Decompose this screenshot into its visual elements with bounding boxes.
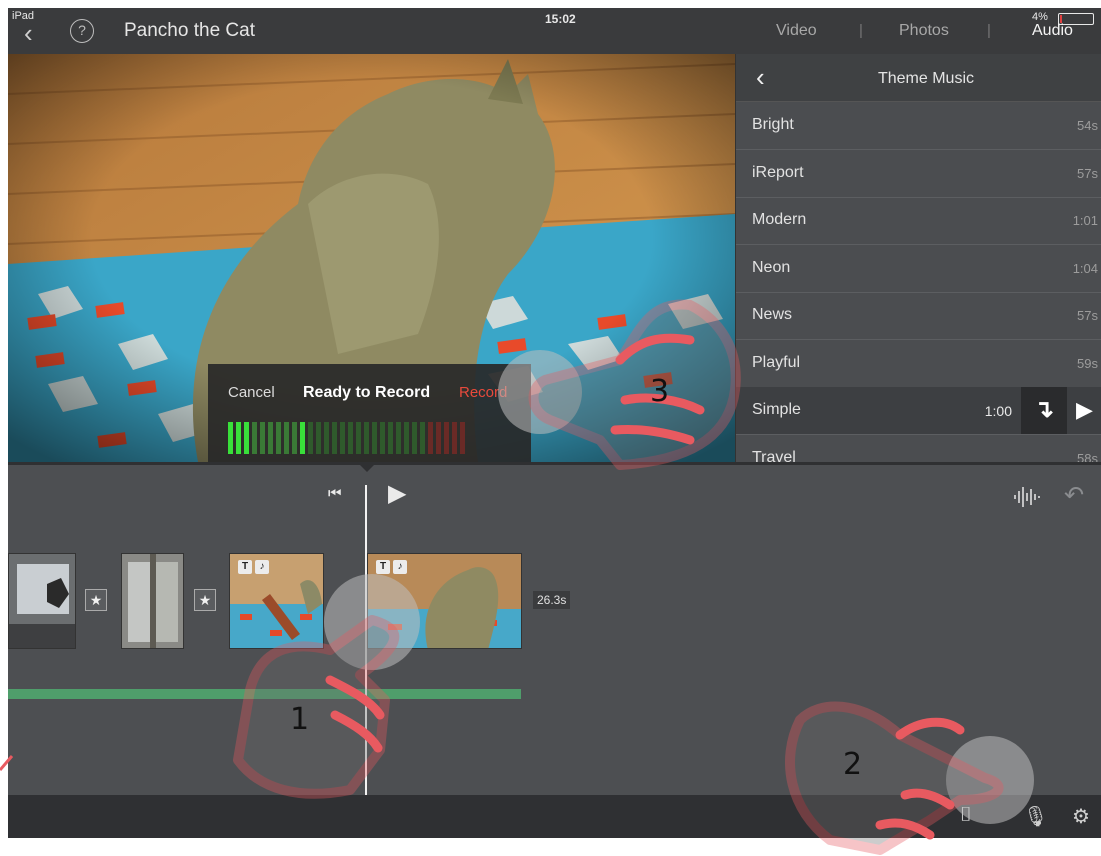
song-row[interactable]: News 57s [736,292,1101,340]
song-duration: 1:01 [1072,213,1098,228]
voiceover-recorder: Cancel Ready to Record Record [208,364,531,462]
help-button[interactable]: ? [70,19,94,43]
project-title: Pancho the Cat [124,20,255,41]
imovie-screen: iPad 15:02 4% ‹ ? Pancho the Cat Video |… [8,8,1101,838]
panel-title: Theme Music [877,70,975,87]
level-segment [452,422,457,454]
background-music-track[interactable] [8,689,521,699]
level-segment [324,422,329,454]
level-segment [276,422,281,454]
song-duration: 54s [1077,118,1098,133]
level-segment [244,422,249,454]
tab-separator: | [987,22,991,39]
level-segment [236,422,241,454]
song-row[interactable]: Modern 1:01 [736,197,1101,245]
song-duration: 1:00 [984,403,1012,419]
top-bar: iPad 15:02 4% ‹ ? Pancho the Cat Video |… [8,8,1101,54]
song-name: Neon [752,258,791,276]
microphone-icon[interactable]: 🎙 [1023,804,1048,829]
level-segment [268,422,273,454]
level-segment [284,422,289,454]
song-row[interactable]: Travel 58s [736,435,1101,463]
song-duration: 57s [1077,165,1098,181]
play-button[interactable]: ▶ [388,479,406,508]
video-clip[interactable]: T ♪ [229,553,324,649]
song-name: News [752,306,793,323]
video-clip[interactable] [8,553,76,649]
song-row[interactable]: iReport 57s [736,150,1101,198]
song-row-selected[interactable]: Simple 1:00 ↴ ▶ [736,387,1101,435]
status-clock: 15:02 [545,12,576,26]
song-duration: 57s [1077,308,1098,323]
waveform-icon[interactable] [1012,485,1042,509]
level-segment [412,422,417,454]
song-name: Modern [752,211,807,228]
level-segment [228,422,233,454]
back-chevron-icon[interactable]: ‹ [24,20,33,46]
song-name: Bright [752,116,794,133]
level-segment [340,422,345,454]
cancel-button[interactable]: Cancel [228,384,275,401]
playhead[interactable] [365,485,367,798]
video-clip-selected[interactable]: T ♪ [367,553,522,649]
level-segment [308,422,313,454]
tab-video[interactable]: Video [776,22,817,40]
preview-song-play-button[interactable]: ▶ [1067,387,1101,434]
timeline[interactable]: ⏮ ▶ ↶ ★ ★ T ♪ T ♪ 26.3s [8,462,1101,798]
title-badge: T [376,560,390,574]
bottom-toolbar: ⌷ 🎙 ⚙ [8,795,1101,838]
settings-icon[interactable]: ⚙ [1072,804,1090,829]
camera-icon[interactable]: ⌷ [960,804,972,827]
level-segment [348,422,353,454]
tab-separator: | [859,22,863,39]
level-segment [388,422,393,454]
transition-star-icon[interactable]: ★ [85,589,107,611]
tab-audio[interactable]: Audio [1032,22,1073,40]
title-badge: T [238,560,252,574]
song-name: Simple [752,401,801,418]
level-segment [428,422,433,454]
level-segment [396,422,401,454]
song-row[interactable]: Playful 59s [736,340,1101,388]
level-segment [332,422,337,454]
level-segment [252,422,257,454]
recorder-status: Ready to Record [303,384,431,401]
song-row[interactable]: Bright 54s [736,102,1101,150]
audio-level-meter [228,422,465,454]
undo-icon[interactable]: ↶ [1064,481,1084,510]
level-segment [420,422,425,454]
video-clip[interactable] [121,553,184,649]
playhead-marker [357,462,377,472]
song-row[interactable]: Neon 1:04 [736,245,1101,293]
level-segment [404,422,409,454]
song-duration: 58s [1077,450,1098,463]
level-segment [316,422,321,454]
level-segment [356,422,361,454]
theme-music-panel: ‹ Theme Music Bright 54s iReport 57s Modern 1… [735,54,1101,462]
level-segment [372,422,377,454]
level-segment [300,422,305,454]
skip-to-start-button[interactable]: ⏮ [328,485,342,502]
song-name: Playful [752,353,801,371]
level-segment [292,422,297,454]
level-segment [444,422,449,454]
audio-badge-icon: ♪ [255,560,269,574]
record-button[interactable]: Record [459,384,507,401]
video-preview[interactable]: Cancel Ready to Record Record [8,54,735,462]
level-segment [436,422,441,454]
audio-badge-icon: ♪ [393,560,407,574]
level-segment [380,422,385,454]
level-segment [260,422,265,454]
song-name: Travel [752,448,796,463]
song-name: iReport [752,163,804,181]
music-header: ‹ Theme Music [736,54,1101,102]
clip-duration-label: 26.3s [533,591,571,609]
use-song-button[interactable]: ↴ [1021,387,1067,434]
song-duration: 59s [1077,355,1098,371]
level-segment [460,422,465,454]
song-duration: 1:04 [1072,260,1098,276]
transition-star-icon[interactable]: ★ [194,589,216,611]
tab-photos[interactable]: Photos [899,22,949,40]
level-segment [364,422,369,454]
